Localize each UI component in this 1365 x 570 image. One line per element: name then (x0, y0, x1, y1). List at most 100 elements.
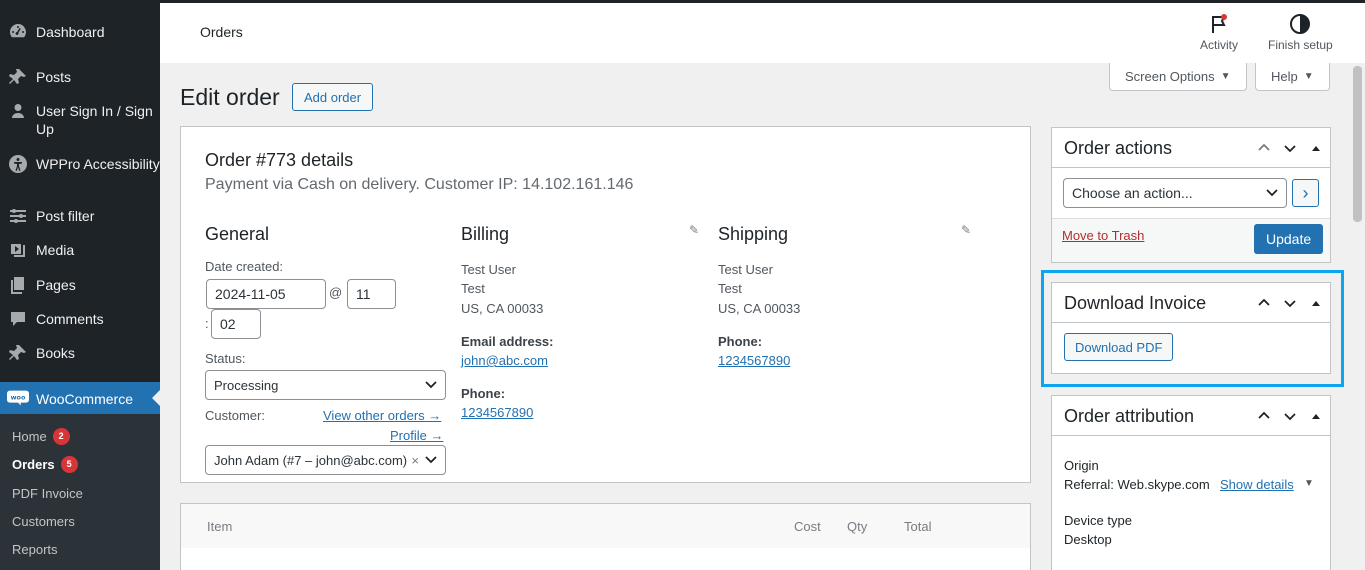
submenu-item-reports[interactable]: Reports (12, 542, 58, 557)
sidebar-item-posts[interactable]: Posts (0, 67, 160, 87)
admin-sidebar: Dashboard Posts User Sign In / Sign Up W… (0, 0, 160, 570)
chevron-down-icon (425, 456, 437, 464)
order-action-select[interactable]: Choose an action... (1063, 178, 1287, 208)
order-action-value: Choose an action... (1072, 185, 1193, 201)
sidebar-item-media[interactable]: Media (0, 240, 160, 260)
chevron-down-icon (1266, 189, 1278, 197)
billing-email-link[interactable]: john@abc.com (461, 353, 548, 368)
sidebar-item-books[interactable]: Books (0, 343, 160, 363)
general-heading: General (205, 224, 270, 244)
pages-icon (0, 275, 36, 295)
shipping-phone-label: Phone: (718, 334, 763, 349)
edit-billing-pencil-icon[interactable]: ✎ (689, 223, 699, 237)
finish-setup-label: Finish setup (1268, 38, 1333, 52)
collapse-triangle-icon[interactable] (1308, 140, 1324, 156)
dashboard-icon (0, 22, 36, 42)
submenu-item-label: Customers (12, 514, 75, 529)
chevron-down-icon[interactable] (1282, 140, 1298, 156)
finish-setup-button[interactable]: Finish setup (1268, 13, 1333, 52)
customer-label: Customer: (205, 408, 265, 423)
add-order-button[interactable]: Add order (292, 83, 374, 111)
user-icon (0, 101, 36, 121)
filter-icon (0, 206, 36, 226)
sidebar-item-label: Books (36, 345, 75, 361)
sidebar-item-label: WooCommerce (36, 390, 133, 407)
order-actions-box: Order actions Choose an action... › Move… (1051, 127, 1331, 263)
accessibility-icon (0, 154, 36, 174)
sidebar-item-accessibility[interactable]: WPPro Accessibility (0, 154, 160, 174)
sidebar-item-label: Media (36, 242, 75, 258)
sidebar-item-post-filter[interactable]: Post filter (0, 206, 160, 226)
help-label: Help (1271, 69, 1298, 84)
progress-circle-icon (1290, 14, 1311, 34)
origin-label: Origin (1064, 458, 1099, 473)
date-created-input[interactable]: 2024-11-05 (206, 279, 326, 309)
sidebar-item-woocommerce[interactable]: woo WooCommerce (0, 382, 160, 414)
order-actions-header: Order actions (1052, 128, 1330, 168)
sidebar-item-label: Pages (36, 277, 76, 293)
view-other-orders-link[interactable]: View other orders → (323, 408, 441, 423)
media-icon (0, 240, 36, 260)
sidebar-item-label: Posts (36, 69, 72, 85)
status-label: Status: (205, 351, 246, 366)
sidebar-item-label: Post filter (36, 208, 95, 224)
billing-heading: Billing (461, 224, 510, 244)
status-select[interactable]: Processing (205, 370, 446, 400)
caret-down-icon[interactable]: ▼ (1304, 478, 1314, 489)
submenu-item-customers[interactable]: Customers (12, 514, 75, 529)
pin-icon (0, 67, 36, 87)
activity-button[interactable]: Activity (1200, 13, 1238, 52)
edit-shipping-pencil-icon[interactable]: ✎ (961, 223, 971, 237)
count-badge: 5 (60, 456, 78, 473)
activity-label: Activity (1200, 38, 1239, 52)
submenu-item-pdf-invoice[interactable]: PDF Invoice (12, 486, 83, 501)
minute-input[interactable]: 02 (211, 309, 261, 339)
chevron-up-icon[interactable] (1256, 408, 1272, 424)
billing-line3: US, CA 00033 (461, 301, 544, 316)
order-attribution-header: Order attribution (1052, 396, 1330, 436)
billing-phone-label: Phone: (461, 386, 506, 401)
clear-icon[interactable]: × (411, 453, 419, 468)
profile-link[interactable]: Profile → (390, 428, 443, 443)
order-attribution-title: Order attribution (1064, 406, 1195, 426)
order-details-panel: Order #773 details Payment via Cash on d… (180, 126, 1031, 483)
billing-phone-link[interactable]: 1234567890 (461, 405, 533, 420)
scrollbar-thumb[interactable] (1353, 66, 1362, 222)
sidebar-item-dashboard[interactable]: Dashboard (0, 22, 160, 42)
status-value: Processing (214, 377, 279, 393)
move-to-trash-link[interactable]: Move to Trash (1062, 228, 1144, 243)
col-total-header: Total (904, 519, 932, 534)
count-badge: 2 (52, 428, 70, 445)
collapse-triangle-icon[interactable] (1308, 408, 1324, 424)
page-title: Edit order (180, 84, 280, 110)
screen-options-button[interactable]: Screen Options ▼ (1109, 63, 1247, 91)
shipping-heading: Shipping (718, 224, 789, 244)
shipping-line2: Test (718, 281, 742, 296)
colon-label: : (205, 316, 209, 331)
chevron-down-icon[interactable] (1282, 408, 1298, 424)
sidebar-item-user-signin[interactable]: User Sign In / Sign Up (0, 101, 160, 138)
sidebar-item-pages[interactable]: Pages (0, 275, 160, 295)
apply-action-button[interactable]: › (1292, 179, 1319, 207)
help-button[interactable]: Help ▼ (1255, 63, 1330, 91)
at-label: @ (329, 285, 343, 300)
sidebar-item-comments[interactable]: Comments (0, 309, 160, 329)
customer-select[interactable]: John Adam (#7 – john@abc.com) × (205, 445, 446, 475)
hour-input[interactable]: 11 (347, 279, 396, 309)
update-button[interactable]: Update (1254, 224, 1324, 254)
order-title: Order #773 details (205, 150, 354, 170)
submenu-item-home[interactable]: Home 2 (12, 428, 70, 445)
order-subtitle: Payment via Cash on delivery. Customer I… (205, 176, 634, 193)
sidebar-item-label: WPPro Accessibility (36, 156, 160, 172)
comment-icon (0, 309, 36, 329)
order-attribution-box: Order attribution Origin Referral: Web.s… (1051, 395, 1331, 570)
billing-name: Test User (461, 262, 516, 277)
shipping-line3: US, CA 00033 (718, 301, 801, 316)
shipping-phone-link[interactable]: 1234567890 (718, 353, 790, 368)
submenu-item-orders[interactable]: Orders 5 (12, 456, 78, 473)
caret-down-icon: ▼ (1220, 71, 1231, 82)
shipping-name: Test User (718, 262, 773, 277)
col-cost-header: Cost (794, 519, 821, 534)
show-details-link[interactable]: Show details (1220, 477, 1294, 492)
chevron-up-icon[interactable] (1256, 140, 1272, 156)
